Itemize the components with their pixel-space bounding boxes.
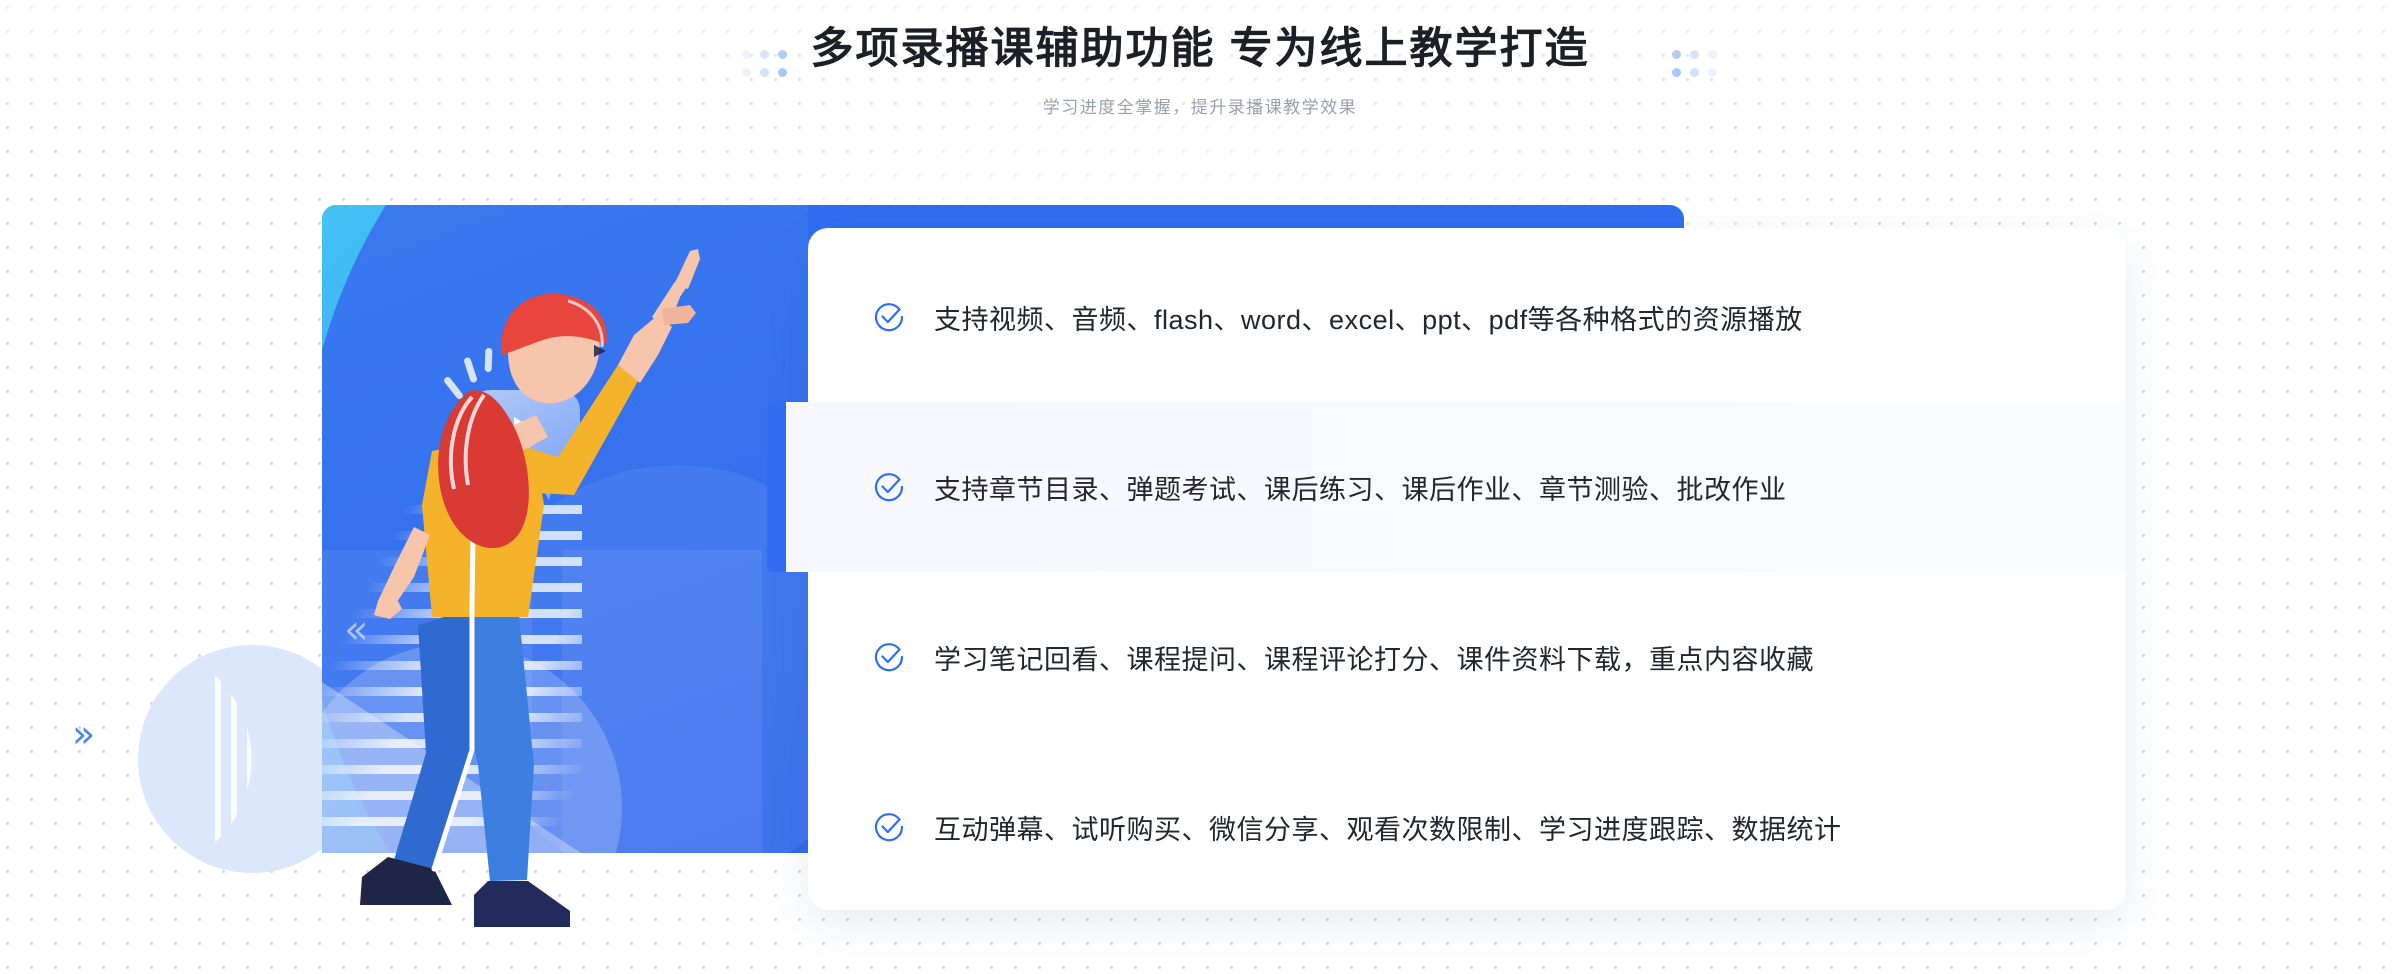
feature-card: 支持视频、音频、flash、word、excel、ppt、pdf等各种格式的资源… xyxy=(767,228,2126,912)
chevron-right-icon: » xyxy=(72,712,96,756)
feature-text: 支持视频、音频、flash、word、excel、ppt、pdf等各种格式的资源… xyxy=(934,304,1803,335)
feature-text: 支持章节目录、弹题考试、课后练习、课后作业、章节测验、批改作业 xyxy=(934,474,1787,505)
page-subtitle: 学习进度全掌握，提升录播课教学效果 xyxy=(1042,98,1358,117)
feature-row[interactable]: 支持视频、音频、flash、word、excel、ppt、pdf等各种格式的资源… xyxy=(808,232,2126,402)
woman-pointing-up-illustration xyxy=(360,249,700,927)
check-circle-icon xyxy=(874,303,904,332)
feature-row[interactable]: 支持章节目录、弹题考试、课后练习、课后作业、章节测验、批改作业 xyxy=(767,402,2126,572)
page-title: 多项录播课辅助功能 专为线上教学打造 xyxy=(810,25,1590,73)
page-header: 多项录播课辅助功能 专为线上教学打造 学习进度全掌握，提升录播课教学效果 xyxy=(0,0,2400,160)
feature-text: 学习笔记回看、课程提问、课程评论打分、课件资料下载，重点内容收藏 xyxy=(934,644,1814,675)
feature-row[interactable]: 学习笔记回看、课程提问、课程评论打分、课件资料下载，重点内容收藏 xyxy=(808,572,2126,742)
feature-row[interactable]: 互动弹幕、试听购买、微信分享、观看次数限制、学习进度跟踪、数据统计 xyxy=(808,742,2126,912)
check-circle-icon xyxy=(874,813,904,842)
check-circle-icon xyxy=(874,473,904,502)
check-circle-icon xyxy=(874,643,904,672)
feature-text: 互动弹幕、试听购买、微信分享、观看次数限制、学习进度跟踪、数据统计 xyxy=(934,814,1842,845)
